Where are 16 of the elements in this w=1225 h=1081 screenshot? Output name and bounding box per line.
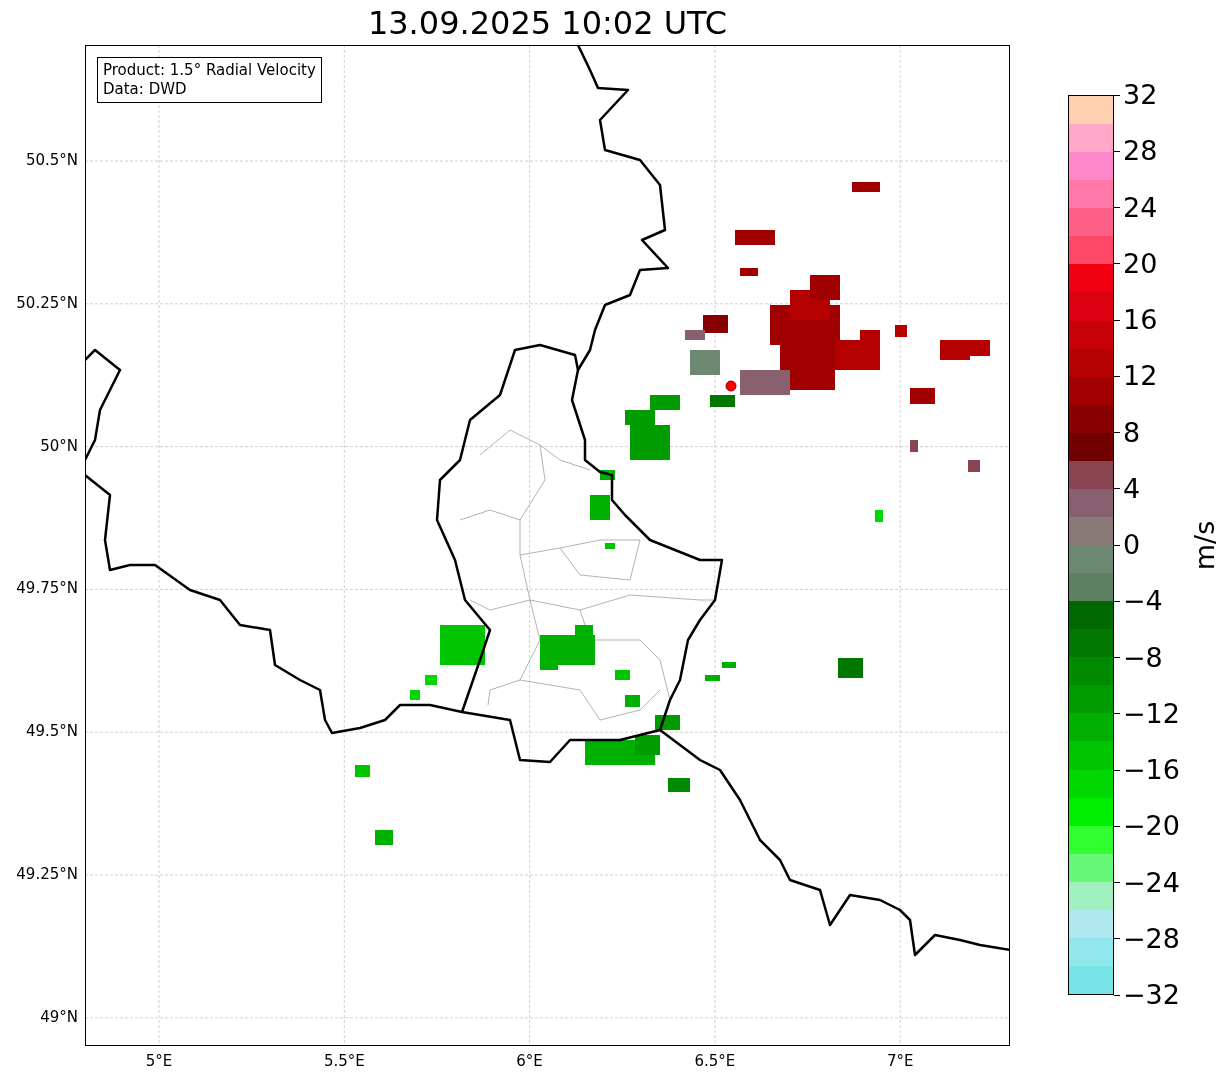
latitude-label: 49.75°N xyxy=(15,579,78,598)
latitude-label: 50°N xyxy=(39,436,78,455)
longitude-label: 5°E xyxy=(144,1052,174,1070)
longitude-label: 6°E xyxy=(515,1052,544,1070)
colorbar-label: m/s xyxy=(1189,520,1221,571)
info-text: Product: 1.5° Radial Velocity xyxy=(103,61,316,80)
latitude-label: 49.25°N xyxy=(15,865,78,883)
latitude-label: 50.5°N xyxy=(24,151,78,169)
info-text: Data: DWD xyxy=(103,80,188,99)
latitude-label: 49°N xyxy=(39,1007,78,1026)
longitude-label: 7°E xyxy=(885,1052,915,1070)
longitude-label: 5.5°E xyxy=(322,1052,366,1070)
latitude-label: 50.25°N xyxy=(15,293,78,312)
latitude-label: 49.5°N xyxy=(24,722,78,741)
longitude-label: 6.5°E xyxy=(693,1052,737,1070)
chart-title: 13.09.2025 10:02 UTC xyxy=(366,4,729,42)
